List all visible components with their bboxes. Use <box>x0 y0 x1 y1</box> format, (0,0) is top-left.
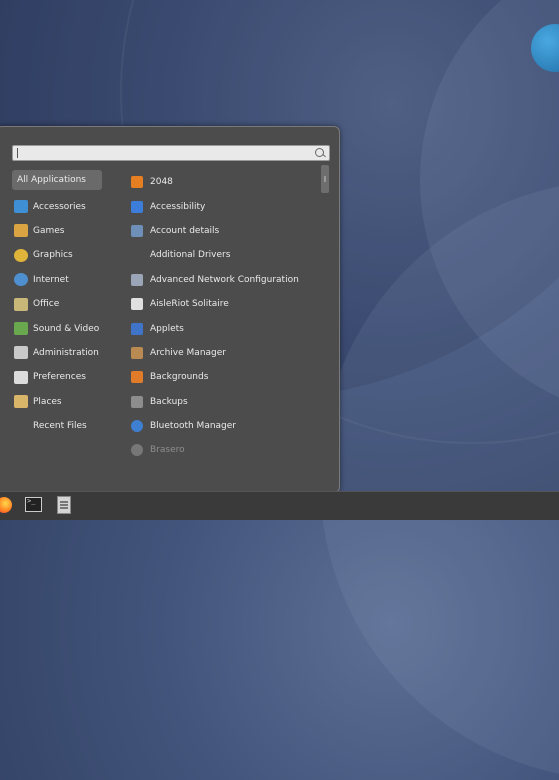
category-accessories[interactable]: Accessories <box>12 194 102 218</box>
app-item-accessibility[interactable]: Accessibility <box>131 194 311 218</box>
search-input[interactable] <box>12 145 330 161</box>
desktop-app-icon[interactable] <box>531 24 559 72</box>
category-places[interactable]: Places <box>12 390 102 414</box>
category-label: Sound & Video <box>33 323 100 334</box>
search-icon <box>315 148 324 157</box>
app-list: 2048 Accessibility Account details Addit… <box>131 170 311 463</box>
category-label: Recent Files <box>33 421 87 432</box>
category-label: Preferences <box>33 372 86 383</box>
app-label: Brasero <box>150 445 185 456</box>
administration-icon <box>14 346 28 360</box>
category-label: Internet <box>33 274 69 285</box>
category-games[interactable]: Games <box>12 219 102 243</box>
app-item-account-details[interactable]: Account details <box>131 219 311 243</box>
2048-icon <box>131 176 143 189</box>
app-item-aisleriot-solitaire[interactable]: AisleRiot Solitaire <box>131 292 311 316</box>
category-preferences[interactable]: Preferences <box>12 365 102 389</box>
category-label: Administration <box>33 347 99 358</box>
app-label: AisleRiot Solitaire <box>150 299 229 310</box>
app-label: 2048 <box>150 177 173 188</box>
applets-icon <box>131 322 143 335</box>
app-label: Backgrounds <box>150 372 209 383</box>
app-list-scrollbar[interactable] <box>321 165 329 193</box>
category-office[interactable]: Office <box>12 292 102 316</box>
graphics-icon <box>14 248 28 262</box>
terminal-prompt: >_ <box>27 497 36 505</box>
accessibility-icon <box>131 200 143 213</box>
app-item-backups[interactable]: Backups <box>131 390 311 414</box>
files-icon[interactable] <box>57 496 71 514</box>
taskbar: >_ <box>0 491 559 520</box>
app-item-brasero[interactable]: Brasero <box>131 438 311 462</box>
office-icon <box>14 297 28 311</box>
app-item-2048[interactable]: 2048 <box>131 170 311 194</box>
bluetooth-icon <box>131 420 143 433</box>
sound-video-icon <box>14 322 28 336</box>
application-menu: All Applications Accessories Games Graph… <box>0 126 340 493</box>
games-icon <box>14 224 28 238</box>
category-label: Office <box>33 299 60 310</box>
backups-icon <box>131 395 143 408</box>
category-administration[interactable]: Administration <box>12 341 102 365</box>
app-item-additional-drivers[interactable]: Additional Drivers <box>131 243 311 267</box>
solitaire-icon <box>131 298 143 311</box>
places-icon <box>14 395 28 409</box>
category-label: Places <box>33 396 62 407</box>
category-all-applications[interactable]: All Applications <box>12 170 102 190</box>
app-label: Archive Manager <box>150 347 226 358</box>
category-sound-video[interactable]: Sound & Video <box>12 316 102 340</box>
app-label: Additional Drivers <box>150 250 231 261</box>
app-item-backgrounds[interactable]: Backgrounds <box>131 365 311 389</box>
category-label: All Applications <box>17 175 86 185</box>
app-item-advanced-network-configuration[interactable]: Advanced Network Configuration <box>131 268 311 292</box>
preferences-icon <box>14 370 28 384</box>
app-label: Advanced Network Configuration <box>150 274 299 285</box>
category-graphics[interactable]: Graphics <box>12 243 102 267</box>
app-item-applets[interactable]: Applets <box>131 316 311 340</box>
category-label: Games <box>33 225 65 236</box>
app-label: Account details <box>150 225 220 236</box>
archive-manager-icon <box>131 346 143 359</box>
app-label: Backups <box>150 396 188 407</box>
category-list: All Applications Accessories Games Graph… <box>12 170 102 438</box>
app-item-bluetooth-manager[interactable]: Bluetooth Manager <box>131 414 311 438</box>
terminal-icon[interactable]: >_ <box>25 497 42 512</box>
internet-icon <box>14 273 28 287</box>
app-label: Applets <box>150 323 184 334</box>
category-label: Graphics <box>33 250 73 261</box>
backgrounds-icon <box>131 371 143 384</box>
category-label: Accessories <box>33 201 86 212</box>
app-label: Accessibility <box>150 201 206 212</box>
app-item-archive-manager[interactable]: Archive Manager <box>131 341 311 365</box>
accessories-icon <box>14 200 28 214</box>
category-internet[interactable]: Internet <box>12 268 102 292</box>
firefox-icon[interactable] <box>0 497 12 513</box>
text-caret <box>17 148 18 158</box>
category-recent-files[interactable]: Recent Files <box>12 414 102 438</box>
brasero-icon <box>131 444 143 457</box>
account-details-icon <box>131 224 143 237</box>
app-label: Bluetooth Manager <box>150 421 237 432</box>
network-icon <box>131 273 143 286</box>
